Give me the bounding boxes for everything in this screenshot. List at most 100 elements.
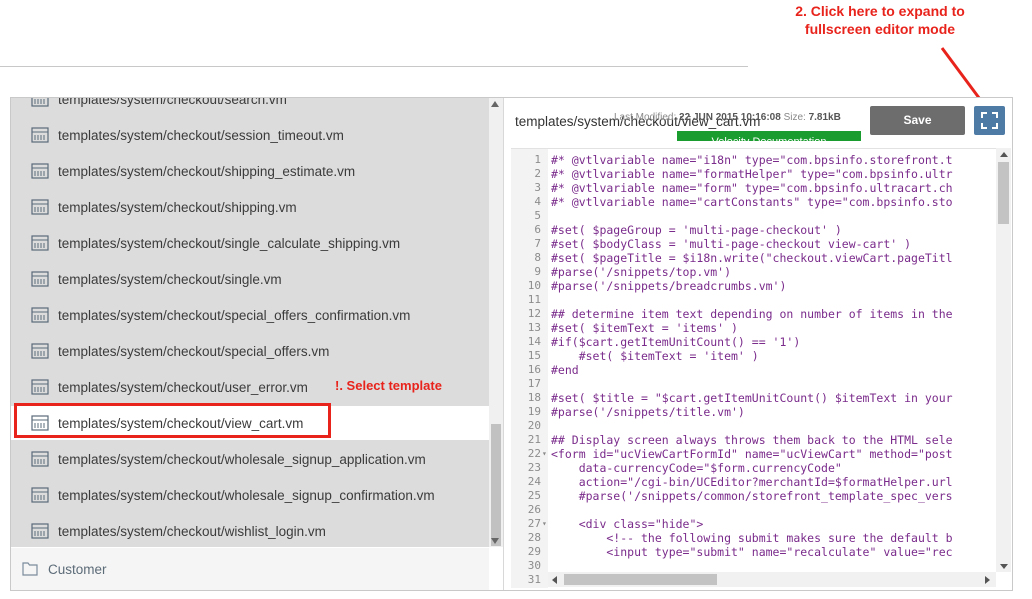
file-list-item-label: templates/system/checkout/wholesale_sign… [58,451,426,467]
template-file-icon [31,451,49,467]
file-list-item-label: templates/system/checkout/special_offers… [58,343,330,359]
fullscreen-button[interactable] [974,106,1005,135]
file-list-item-label: templates/system/checkout/wishlist_login… [58,523,326,539]
top-divider [0,66,748,67]
code-text: action="/cgi-bin/UCEditor?merchantId=$fo… [551,475,953,489]
code-line: 10 #parse('/snippets/breadcrumbs.vm') [511,279,996,293]
fullscreen-callout: 2. Click here to expand to fullscreen ed… [780,2,980,38]
scroll-down-arrow-icon[interactable] [491,538,499,544]
file-list-item[interactable]: templates/system/checkout/special_offers… [11,334,489,368]
code-line: 25 #parse('/snippets/common/storefront_t… [511,489,996,503]
code-line: 28 <!-- the following submit makes sure … [511,531,996,545]
code-editor[interactable]: 1 #* @vtlvariable name="i18n" type="com.b… [511,148,1011,588]
code-text: #parse('/snippets/breadcrumbs.vm') [551,279,787,293]
file-list-item[interactable]: templates/system/checkout/search.vm [11,98,489,116]
code-line: 16 #end [511,363,996,377]
selection-highlight-box [14,403,331,438]
line-number: 11 [527,293,541,306]
template-file-icon [31,163,49,179]
file-list-item[interactable]: templates/system/checkout/single_calcula… [11,226,489,260]
line-number: 31 [527,573,541,586]
file-list-item[interactable]: templates/system/checkout/wholesale_sign… [11,478,489,512]
code-text: ## Display screen always throws them bac… [551,433,953,447]
file-list-item[interactable]: templates/system/checkout/wishlist_login… [11,514,489,547]
line-number: 23 [527,461,541,474]
file-list-item[interactable]: templates/system/checkout/shipping_estim… [11,154,489,188]
size-value: 7.81kB [808,112,841,123]
code-line: 26 [511,503,996,517]
template-file-icon [31,271,49,287]
line-number: 27 [527,517,541,530]
line-number: 12 [527,307,541,320]
editor-vertical-scroll-thumb[interactable] [998,162,1009,224]
line-number: 13 [527,321,541,334]
last-modified-value: 22 JUN 2015 10:16:08 [679,112,781,123]
editor-scroll-right-icon[interactable] [985,576,990,584]
save-button[interactable]: Save [870,106,965,135]
code-line: 11 [511,293,996,307]
line-number: 6 [534,223,541,236]
template-file-icon [31,235,49,251]
code-text: #* @vtlvariable name="i18n" type="com.bp… [551,153,953,167]
pane-splitter[interactable] [503,98,504,590]
code-text: #* @vtlvariable name="formatHelper" type… [551,167,953,181]
template-file-icon [31,343,49,359]
line-number: 28 [527,531,541,544]
line-number: 15 [527,349,541,362]
editor-horizontal-scroll-thumb[interactable] [564,574,717,585]
template-file-icon [31,379,49,395]
file-list-item[interactable]: templates/system/checkout/special_offers… [11,298,489,332]
code-line: 5 [511,209,996,223]
line-number: 21 [527,433,541,446]
code-line: 8 #set( $pageTitle = $i18n.write("checkou… [511,251,996,265]
editor-scroll-left-icon[interactable] [552,576,557,584]
code-text: <form id="ucViewCartFormId" name="ucView… [551,447,953,461]
code-text: #parse('/snippets/common/storefront_temp… [551,489,953,503]
code-text: ## determine item text depending on numb… [551,307,953,321]
file-list-item-label: templates/system/checkout/wholesale_sign… [58,487,435,503]
velocity-documentation-button[interactable]: Velocity Documentation [677,131,861,141]
file-list-item[interactable]: templates/system/checkout/shipping.vm [11,190,489,224]
code-text: #if($cart.getItemUnitCount() == '1') [551,335,801,349]
fold-toggle-icon[interactable]: ▾ [542,447,547,461]
line-number: 5 [534,209,541,222]
line-number: 7 [534,237,541,250]
code-text: #set( $itemText = 'items' ) [551,321,738,335]
code-line: 13 #set( $itemText = 'items' ) [511,321,996,335]
code-text: #set( $pageTitle = $i18n.write("checkout… [551,251,953,265]
code-line: 1 #* @vtlvariable name="i18n" type="com.b… [511,153,996,167]
code-text: #set( $bodyClass = 'multi-page-checkout … [551,237,912,251]
file-list-item-label: templates/system/checkout/session_timeou… [58,127,344,143]
fold-toggle-icon[interactable]: ▾ [542,517,547,531]
scroll-up-arrow-icon[interactable] [491,101,499,107]
line-number: 4 [534,195,541,208]
file-list-item[interactable]: templates/system/checkout/wholesale_sign… [11,442,489,476]
file-list-scroll-thumb[interactable] [491,424,501,546]
template-file-icon [31,199,49,215]
file-list-item-label: templates/system/checkout/search.vm [58,98,287,107]
file-list-item[interactable]: templates/system/checkout/session_timeou… [11,118,489,152]
code-line: 17 [511,377,996,391]
code-text: #parse('/snippets/top.vm') [551,265,732,279]
file-list-item[interactable]: templates/system/checkout/single.vm [11,262,489,296]
editor-scroll-up-icon[interactable] [1000,152,1008,157]
line-number: 25 [527,489,541,502]
code-line: 4 #* @vtlvariable name="cartConstants" ty… [511,195,996,209]
code-line: 27 ▾ <div class="hide"> [511,517,996,531]
folder-customer[interactable]: Customer [11,548,489,590]
template-file-icon [31,307,49,323]
last-modified-info: Last Modified: 22 JUN 2015 10:16:08 Size… [614,112,841,123]
template-file-list: templates/system/checkout/search.vm templ… [11,98,489,547]
code-text: #end [551,363,579,377]
template-file-icon [31,98,49,107]
folder-label: Customer [48,561,107,577]
template-file-icon [31,127,49,143]
code-line: 18 #set( $title = "$cart.getItemUnitCount… [511,391,996,405]
code-line: 24 action="/cgi-bin/UCEditor?merchantId=… [511,475,996,489]
folder-icon [22,562,38,576]
code-line: 22 ▾ <form id="ucViewCartFormId" name="ucV… [511,447,996,461]
editor-scroll-down-icon[interactable] [1000,564,1008,569]
line-number: 26 [527,503,541,516]
line-number: 19 [527,405,541,418]
size-label: Size: [783,112,806,123]
